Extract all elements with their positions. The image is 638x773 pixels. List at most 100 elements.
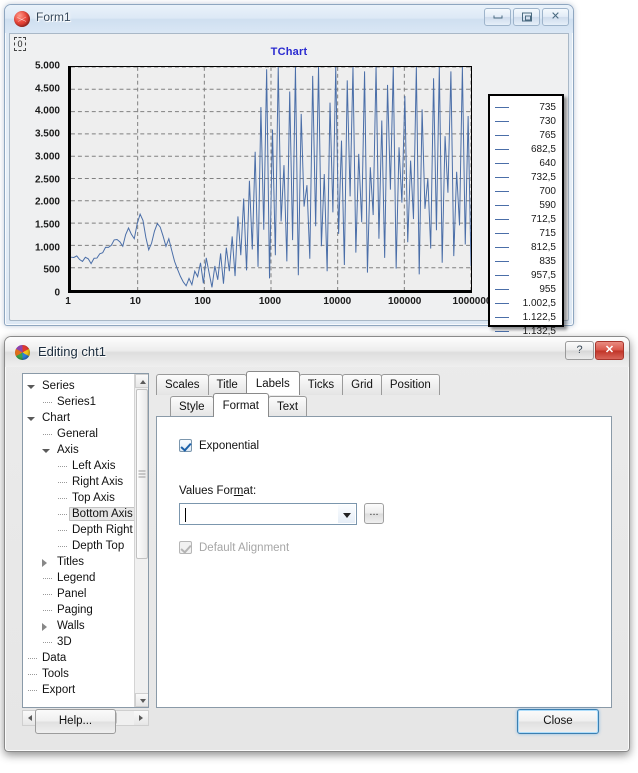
tchart-control[interactable]: TChart 5.000 4.500 4.000 3.500 3.000 2.500 2.0… [10,34,568,337]
chevron-down-icon[interactable] [27,385,35,389]
chart-legend[interactable]: 735 730 765 682,5 640 732,5 700 590 712,5 715 812,… [488,94,564,337]
tree-item-general[interactable]: General [25,426,134,442]
scroll-down-icon[interactable] [135,693,148,707]
tree-item-export[interactable]: Export [25,682,134,698]
legend-item[interactable]: 732,5 [493,170,559,184]
legend-item[interactable]: 700 [493,184,559,198]
scroll-right-icon[interactable] [134,711,148,725]
legend-line-icon [495,176,509,178]
legend-line-icon [495,190,509,192]
subtab-style[interactable]: Style [170,396,214,417]
help-titlebar-button[interactable]: ? [565,341,594,360]
tree-item-label: Series [42,380,75,392]
tab-position[interactable]: Position [380,374,440,395]
tree-item-3d[interactable]: 3D [25,634,134,650]
form1-title: Form1 [36,10,71,24]
screen: Form1 ✕ 0 TChart 5.000 4.500 4.000 3.500 3.0… [0,0,638,773]
tree-item-panel[interactable]: Panel [25,586,134,602]
y-axis-tick-label: 0 [54,287,60,299]
form1-titlebar[interactable]: Form1 ✕ [5,5,573,33]
tree-vertical-scrollbar[interactable] [134,374,148,707]
chevron-down-icon[interactable] [27,417,35,421]
tree-item-series1[interactable]: Series1 [25,394,134,410]
maximize-icon [521,12,532,22]
chevron-down-icon[interactable] [42,449,50,453]
maximize-button[interactable] [513,8,540,26]
tree-connector [58,482,67,483]
y-axis-tick-label: 1.500 [34,219,60,231]
legend-line-icon [495,274,509,276]
tree-item-titles[interactable]: Titles [25,554,134,570]
tree-item-left-axis[interactable]: Left Axis [25,458,134,474]
primary-tabs[interactable]: Scales Title Labels Ticks Grid Position [156,371,440,395]
values-format-browse-button[interactable]: ... [364,503,384,524]
legend-item[interactable]: 712,5 [493,212,559,226]
exponential-checkbox-row[interactable]: Exponential [179,439,259,452]
subtab-format[interactable]: Format [212,393,269,417]
editor-tree[interactable]: Series Series1 Chart General Axis Left Axis Ri… [22,373,149,708]
tab-scales[interactable]: Scales [156,374,209,395]
legend-item[interactable]: 590 [493,198,559,212]
minimize-button[interactable] [484,8,511,26]
exponential-label: Exponential [199,439,260,452]
tree-scroll-thumb[interactable] [136,389,148,559]
chevron-right-icon[interactable] [42,623,47,631]
dialog-close-button[interactable]: ✕ [595,341,624,360]
secondary-tabs[interactable]: Style Format Text [170,393,308,417]
tree-item-right-axis[interactable]: Right Axis [25,474,134,490]
tree-item-depth-top[interactable]: Depth Top [25,538,134,554]
tree-connector [43,610,52,611]
tree-item-legend[interactable]: Legend [25,570,134,586]
tree-item-data[interactable]: Data [25,650,134,666]
legend-item[interactable]: 955 [493,282,559,296]
x-axis-tick-label: 1 [65,296,71,307]
tab-ticks[interactable]: Ticks [298,374,344,395]
tree-item-label: Titles [57,556,85,568]
legend-item[interactable]: 765 [493,128,559,142]
legend-value: 735 [539,101,556,113]
legend-item[interactable]: 735 [493,100,559,114]
legend-line-icon [495,330,509,332]
legend-item[interactable]: 715 [493,226,559,240]
subtab-text[interactable]: Text [268,396,308,417]
tree-item-series[interactable]: Series [25,378,134,394]
chevron-down-icon[interactable] [338,505,355,523]
tab-labels[interactable]: Labels [245,371,300,395]
tree-connector [28,674,37,675]
tree-connector [28,658,37,659]
close-dialog-button[interactable]: Close [517,709,599,734]
tab-title[interactable]: Title [207,374,247,395]
chart-plot-area[interactable] [68,66,472,293]
editor-tree-items[interactable]: Series Series1 Chart General Axis Left Axis Ri… [23,374,136,707]
dialog-titlebar[interactable]: Editing cht1 ? ✕ [5,337,629,367]
tree-item-label: Chart [42,412,71,424]
chart-editor-dialog: Editing cht1 ? ✕ Series Series1 Chart Gener… [4,336,630,752]
tree-item-depth-right[interactable]: Depth Right [25,522,134,538]
legend-item[interactable]: 682,5 [493,142,559,156]
legend-item[interactable]: 957,5 [493,268,559,282]
tree-item-chart[interactable]: Chart [25,410,134,426]
tree-item-paging[interactable]: Paging [25,602,134,618]
legend-item[interactable]: 812,5 [493,240,559,254]
legend-item[interactable]: 640 [493,156,559,170]
tree-item-bottom-axis[interactable]: Bottom Axis [25,506,136,522]
tree-item-top-axis[interactable]: Top Axis [25,490,134,506]
x-axis-tick-label: 10 [129,296,141,307]
legend-line-icon [495,316,509,318]
legend-item[interactable]: 1.002,5 [493,296,559,310]
tree-item-walls[interactable]: Walls [25,618,134,634]
exponential-checkbox[interactable] [179,439,192,452]
legend-item[interactable]: 835 [493,254,559,268]
close-button[interactable]: ✕ [542,8,569,26]
values-format-combobox[interactable] [179,503,357,525]
chevron-right-icon[interactable] [42,559,47,567]
legend-item[interactable]: 730 [493,114,559,128]
scroll-up-icon[interactable] [135,374,148,388]
tree-item-axis[interactable]: Axis [25,442,134,458]
legend-item[interactable]: 1.122,5 [493,310,559,324]
tab-grid[interactable]: Grid [342,374,382,395]
help-button[interactable]: Help... [35,709,116,734]
tree-item-label: Data [42,652,67,664]
tree-connector [58,466,67,467]
tree-item-tools[interactable]: Tools [25,666,134,682]
